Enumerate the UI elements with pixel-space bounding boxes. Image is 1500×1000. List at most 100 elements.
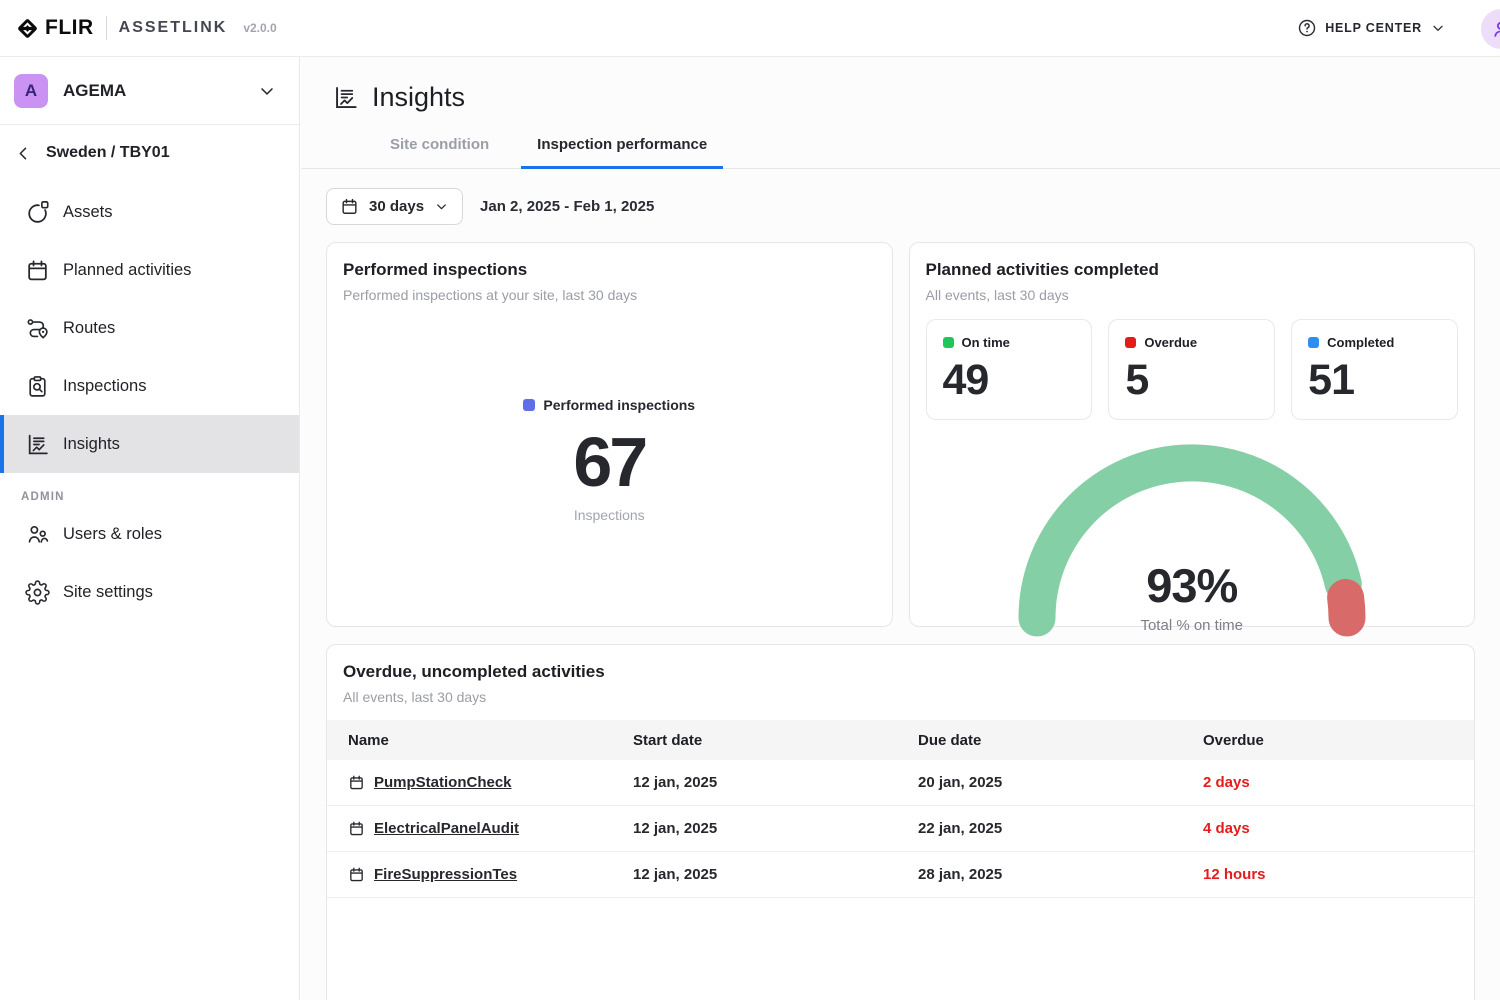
on-time-swatch	[943, 337, 954, 348]
brand-flir-text: FLIR	[45, 16, 94, 40]
activity-link[interactable]: FireSuppressionTes	[374, 866, 517, 883]
overdue-swatch	[1125, 337, 1136, 348]
brand-divider	[106, 16, 107, 40]
column-overdue: Overdue	[1203, 732, 1474, 749]
card-subtitle: Performed inspections at your site, last…	[343, 287, 876, 303]
legend-swatch	[523, 399, 535, 411]
table-header: Name Start date Due date Overdue	[327, 720, 1474, 760]
due-date: 28 jan, 2025	[918, 866, 1203, 883]
calendar-icon	[340, 197, 359, 216]
calendar-icon	[348, 820, 365, 837]
gauge-value: 93%	[1012, 562, 1372, 609]
start-date: 12 jan, 2025	[633, 866, 918, 883]
help-icon	[1297, 18, 1317, 38]
range-label: 30 days	[369, 198, 424, 215]
date-range-dropdown[interactable]: 30 days	[326, 188, 463, 225]
brand-logo: FLIR ASSETLINK v2.0.0	[16, 16, 277, 40]
overdue-activities-card: Overdue, uncompleted activities All even…	[326, 644, 1475, 1000]
start-date: 12 jan, 2025	[633, 774, 918, 791]
route-icon	[25, 316, 50, 341]
overdue-value: 5	[1125, 359, 1258, 402]
overdue-amount: 12 hours	[1203, 866, 1474, 883]
date-range-text: Jan 2, 2025 - Feb 1, 2025	[480, 198, 654, 215]
performed-legend: Performed inspections	[523, 397, 695, 413]
chevron-down-icon	[257, 81, 277, 101]
overdue-amount: 4 days	[1203, 820, 1474, 837]
column-name: Name	[348, 732, 633, 749]
table-row[interactable]: FireSuppressionTes 12 jan, 2025 28 jan, …	[327, 852, 1474, 898]
tab-bar: Site condition Inspection performance	[301, 136, 1500, 169]
tab-inspection-performance[interactable]: Inspection performance	[521, 136, 723, 169]
calendar-icon	[25, 258, 50, 283]
sidebar: A AGEMA Sweden / TBY01 Assets	[0, 57, 300, 1000]
top-header: FLIR ASSETLINK v2.0.0 HELP CENTER	[0, 0, 1500, 57]
org-avatar: A	[14, 74, 48, 108]
chevron-left-icon	[14, 144, 33, 163]
sidebar-item-inspections[interactable]: Inspections	[0, 357, 299, 415]
calendar-icon	[348, 774, 365, 791]
users-icon	[25, 522, 50, 547]
brand-product-text: ASSETLINK	[119, 19, 228, 37]
sidebar-item-site-settings[interactable]: Site settings	[0, 563, 299, 621]
gear-icon	[25, 580, 50, 605]
calendar-icon	[348, 866, 365, 883]
sidebar-item-label: Inspections	[63, 377, 146, 396]
help-center-label: HELP CENTER	[1325, 21, 1422, 35]
activity-link[interactable]: ElectricalPanelAudit	[374, 820, 519, 837]
card-subtitle: All events, last 30 days	[343, 689, 1458, 705]
brand-version: v2.0.0	[243, 21, 276, 35]
sidebar-item-label: Routes	[63, 319, 115, 338]
sidebar-item-label: Users & roles	[63, 525, 162, 544]
chevron-down-icon	[1430, 20, 1446, 36]
main-content: Insights Site condition Inspection perfo…	[301, 57, 1500, 1000]
flir-logo-icon	[16, 17, 39, 40]
site-label: Sweden / TBY01	[46, 144, 170, 162]
column-due-date: Due date	[918, 732, 1203, 749]
performed-inspections-card: Performed inspections Performed inspecti…	[326, 242, 893, 627]
admin-section-heading: ADMIN	[0, 473, 299, 505]
planned-activities-card: Planned activities completed All events,…	[909, 242, 1476, 627]
stat-completed: Completed 51	[1291, 319, 1458, 420]
completed-value: 51	[1308, 359, 1441, 402]
tab-site-condition[interactable]: Site condition	[374, 136, 505, 169]
table-row[interactable]: ElectricalPanelAudit 12 jan, 2025 22 jan…	[327, 806, 1474, 852]
on-time-value: 49	[943, 359, 1076, 402]
sidebar-item-routes[interactable]: Routes	[0, 299, 299, 357]
completed-swatch	[1308, 337, 1319, 348]
help-center-button[interactable]: HELP CENTER	[1297, 18, 1446, 38]
start-date: 12 jan, 2025	[633, 820, 918, 837]
org-switcher[interactable]: A AGEMA	[0, 57, 299, 125]
person-icon	[1490, 18, 1500, 40]
sidebar-item-assets[interactable]: Assets	[0, 183, 299, 241]
due-date: 22 jan, 2025	[918, 820, 1203, 837]
asset-icon	[25, 200, 50, 225]
sidebar-item-users-roles[interactable]: Users & roles	[0, 505, 299, 563]
card-title: Overdue, uncompleted activities	[343, 662, 1458, 682]
overdue-amount: 2 days	[1203, 774, 1474, 791]
stat-overdue: Overdue 5	[1108, 319, 1275, 420]
inspection-icon	[25, 374, 50, 399]
due-date: 20 jan, 2025	[918, 774, 1203, 791]
table-row[interactable]: PumpStationCheck 12 jan, 2025 20 jan, 20…	[327, 760, 1474, 806]
card-subtitle: All events, last 30 days	[926, 287, 1459, 303]
on-time-gauge: 93% Total % on time	[1012, 433, 1372, 640]
stat-on-time: On time 49	[926, 319, 1093, 420]
sidebar-item-label: Site settings	[63, 583, 153, 602]
chevron-down-icon	[434, 199, 449, 214]
user-avatar[interactable]	[1481, 9, 1500, 49]
sidebar-item-insights[interactable]: Insights	[0, 415, 299, 473]
sidebar-item-label: Assets	[63, 203, 113, 222]
card-title: Performed inspections	[343, 260, 876, 280]
org-name: AGEMA	[63, 81, 257, 101]
insights-title-icon	[332, 84, 359, 111]
page-title: Insights	[372, 82, 465, 113]
sidebar-item-planned-activities[interactable]: Planned activities	[0, 241, 299, 299]
site-back-link[interactable]: Sweden / TBY01	[0, 125, 299, 181]
performed-count: 67	[573, 427, 645, 497]
performed-unit: Inspections	[574, 507, 645, 523]
column-start-date: Start date	[633, 732, 918, 749]
activity-link[interactable]: PumpStationCheck	[374, 774, 512, 791]
sidebar-item-label: Insights	[63, 435, 120, 454]
sidebar-nav: Assets Planned activities Routes	[0, 183, 299, 621]
card-title: Planned activities completed	[926, 260, 1459, 280]
